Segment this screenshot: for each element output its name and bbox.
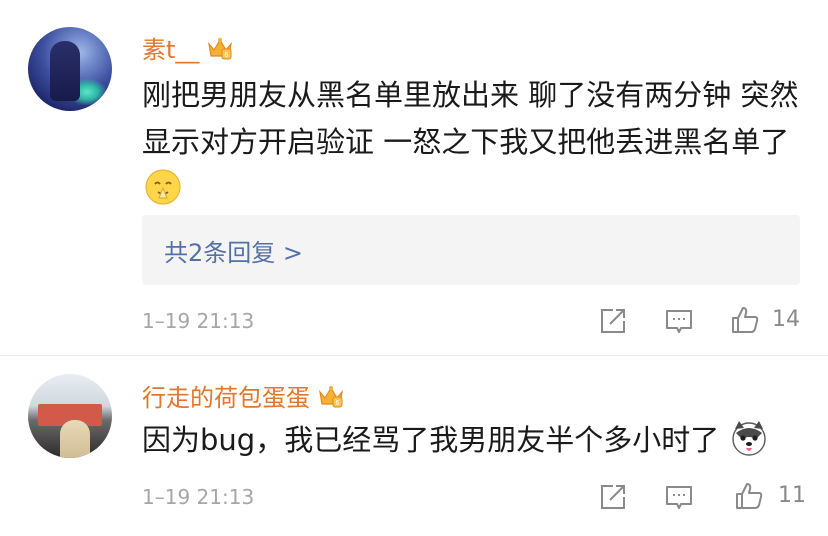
like-icon[interactable] <box>728 303 762 337</box>
comment-body: 因为bug，我已经骂了我男朋友半个多小时了 <box>142 423 720 457</box>
share-icon[interactable] <box>596 304 630 338</box>
avatar[interactable] <box>28 374 112 458</box>
reply-summary[interactable]: 共2条回复 > <box>142 215 800 285</box>
like-count: 11 <box>778 483 806 508</box>
share-icon[interactable] <box>596 480 630 514</box>
avatar[interactable] <box>28 27 112 111</box>
view-replies-link[interactable]: 共2条回复 > <box>164 233 303 268</box>
crown-badge-icon: 6 <box>208 37 233 59</box>
comment-item: 行走的荷包蛋蛋 6 因为bug，我已经骂了我男朋友半个多小时了 1–19 21:… <box>0 355 828 536</box>
comment-body: 刚把男朋友从黑名单里放出来 聊了没有两分钟 突然显示对方开启验证 一怒之下我又把… <box>142 78 799 159</box>
timestamp: 1–19 21:13 <box>142 309 255 333</box>
svg-text:6: 6 <box>336 400 340 407</box>
crown-badge-icon: 6 <box>319 385 343 407</box>
like-icon[interactable] <box>732 479 766 513</box>
comment-text: 因为bug，我已经骂了我男朋友半个多小时了 <box>142 417 802 464</box>
username-text[interactable]: 行走的荷包蛋蛋 <box>142 378 310 413</box>
username[interactable]: 素t__ 6 <box>142 30 233 65</box>
husky-dog-emoji <box>732 421 767 456</box>
timestamp: 1–19 21:13 <box>142 485 255 509</box>
comment-text: 刚把男朋友从黑名单里放出来 聊了没有两分钟 突然显示对方开启验证 一怒之下我又把… <box>142 72 802 213</box>
username[interactable]: 行走的荷包蛋蛋 6 <box>142 378 344 413</box>
avatar-figure <box>60 420 90 458</box>
avatar-figure <box>50 41 80 101</box>
svg-text:6: 6 <box>225 52 229 59</box>
username-text[interactable]: 素t__ <box>142 30 199 65</box>
like-count: 14 <box>772 307 800 332</box>
pray-smile-emoji <box>145 169 181 205</box>
comment-icon[interactable] <box>662 304 696 338</box>
comment-item: 素t__ 6 刚把男朋友从黑名单里放出来 聊了没有两分钟 突然显示对方开启验证 … <box>0 0 828 355</box>
comment-icon[interactable] <box>662 480 696 514</box>
